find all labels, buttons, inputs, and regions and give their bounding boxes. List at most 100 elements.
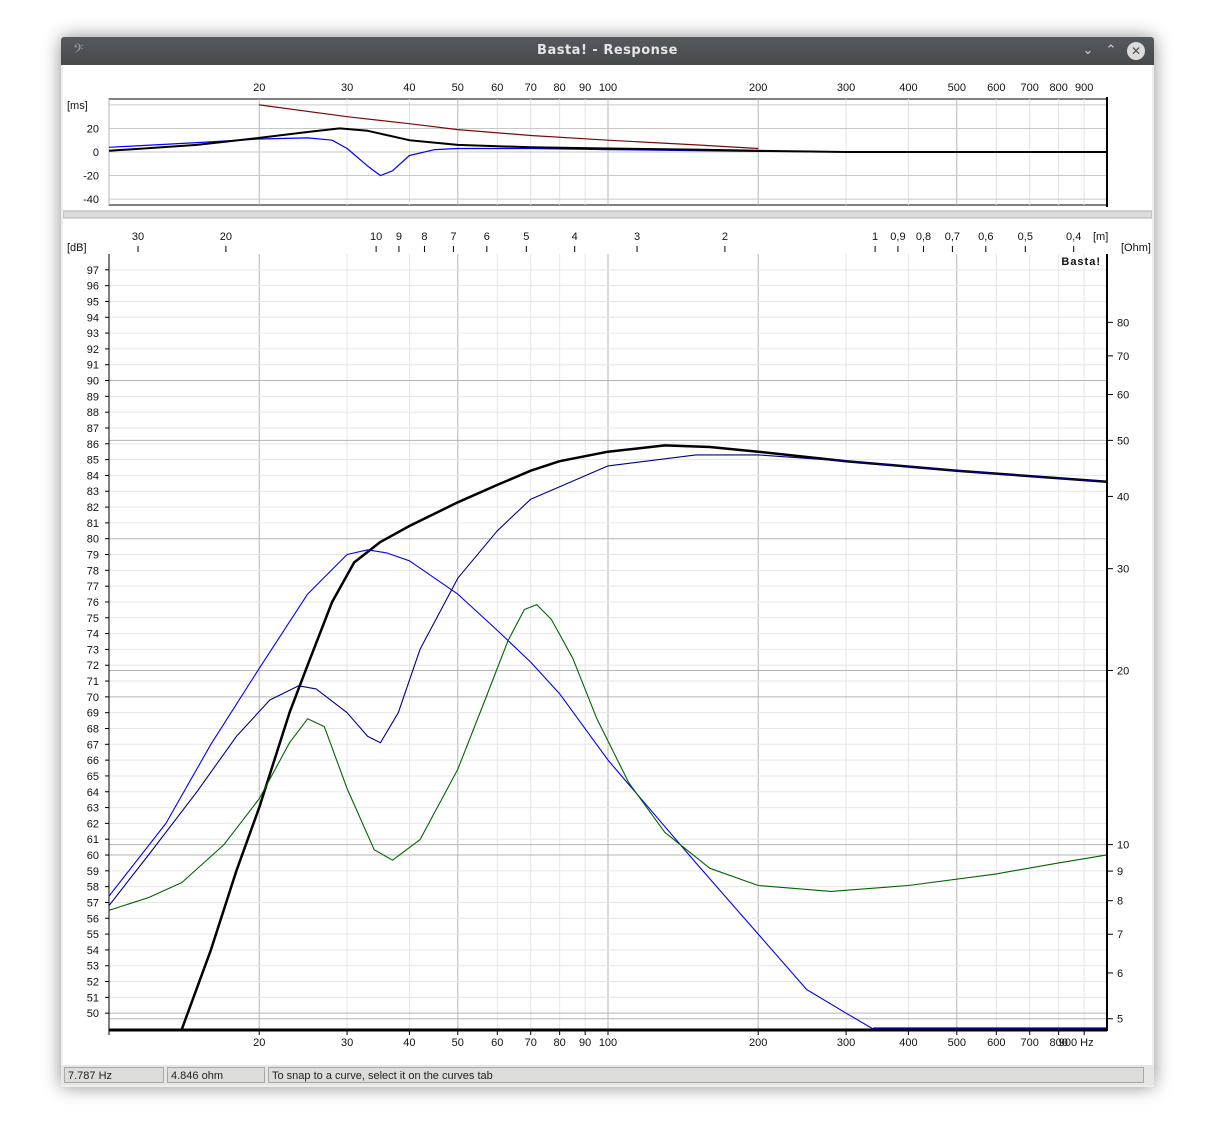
- main-y2label: [Ohm]: [1121, 242, 1151, 254]
- freq-tick-label: 700: [1021, 1037, 1039, 1049]
- db-tick-label: 92: [87, 344, 99, 356]
- wavelength-tick-label: 20: [220, 231, 232, 243]
- db-tick-label: 94: [87, 312, 99, 324]
- db-tick-label: 74: [87, 629, 99, 641]
- wavelength-tick-label: 0,4: [1066, 231, 1081, 243]
- wavelength-tick-label: 6: [484, 231, 490, 243]
- top-x-tick-label: 80: [554, 82, 566, 94]
- ohm-tick-label: 50: [1117, 435, 1129, 447]
- db-tick-label: 71: [87, 676, 99, 688]
- freq-tick-label: 50: [452, 1037, 464, 1049]
- db-tick-label: 97: [87, 265, 99, 277]
- wavelength-tick-label: 0,5: [1018, 231, 1033, 243]
- wavelength-tick-label: 3: [634, 231, 640, 243]
- db-tick-label: 85: [87, 455, 99, 467]
- top-x-tick-label: 90: [579, 82, 591, 94]
- db-tick-label: 69: [87, 708, 99, 720]
- wavelength-tick-label: 30: [132, 231, 144, 243]
- watermark: Basta!: [1061, 256, 1101, 268]
- db-tick-label: 79: [87, 550, 99, 562]
- db-tick-label: 96: [87, 281, 99, 293]
- ohm-tick-label: 40: [1117, 491, 1129, 503]
- wavelength-tick-label: 2: [722, 231, 728, 243]
- ohm-tick-label: 7: [1117, 929, 1123, 941]
- db-tick-label: 59: [87, 866, 99, 878]
- db-tick-label: 55: [87, 929, 99, 941]
- db-tick-label: 56: [87, 913, 99, 925]
- freq-tick-label: 40: [403, 1037, 415, 1049]
- wavelength-tick-label: 4: [572, 231, 578, 243]
- db-tick-label: 93: [87, 328, 99, 340]
- top-y-tick-label: 0: [93, 147, 99, 159]
- db-tick-label: 67: [87, 739, 99, 751]
- db-tick-label: 51: [87, 992, 99, 1004]
- freq-tick-label: 100: [599, 1037, 617, 1049]
- status-hint: To snap to a curve, select it on the cur…: [268, 1067, 1144, 1083]
- db-tick-label: 89: [87, 391, 99, 403]
- db-tick-label: 76: [87, 597, 99, 609]
- splitter-bar: [62, 210, 1153, 219]
- ohm-tick-label: 30: [1117, 564, 1129, 576]
- ohm-tick-label: 60: [1117, 390, 1129, 402]
- db-tick-label: 57: [87, 897, 99, 909]
- db-tick-label: 70: [87, 692, 99, 704]
- db-tick-label: 81: [87, 518, 99, 530]
- freq-tick-label: 60: [491, 1037, 503, 1049]
- title-bar[interactable]: 𝄢 Basta! - Response ⌄ ⌃ ✕: [61, 37, 1154, 65]
- wavelength-tick-label: 0,6: [978, 231, 993, 243]
- db-tick-label: 54: [87, 945, 99, 957]
- wavelength-tick-label: 0,7: [945, 231, 960, 243]
- top-x-tick-label: 40: [403, 82, 415, 94]
- db-tick-label: 60: [87, 850, 99, 862]
- freq-tick-label: 600: [987, 1037, 1005, 1049]
- ohm-tick-label: 70: [1117, 351, 1129, 363]
- db-tick-label: 64: [87, 787, 99, 799]
- top-y-tick-label: -20: [83, 171, 99, 183]
- top-x-tick-label: 800: [1049, 82, 1067, 94]
- db-tick-label: 84: [87, 470, 99, 482]
- response-chart[interactable]: [ms]200-20-4020 30 40 50 60 70 80 90 100 200 300 40…: [62, 65, 1153, 1065]
- freq-tick-label: 20: [253, 1037, 265, 1049]
- freq-tick-label: 900 Hz: [1059, 1037, 1094, 1049]
- top-x-tick-label: 500: [948, 82, 966, 94]
- ohm-tick-label: 6: [1117, 968, 1123, 980]
- ohm-tick-label: 9: [1117, 866, 1123, 878]
- db-tick-label: 75: [87, 613, 99, 625]
- status-frequency: 7.787 Hz: [64, 1067, 164, 1083]
- wavelength-tick-label: 0,9: [890, 231, 905, 243]
- db-tick-label: 52: [87, 977, 99, 989]
- chevron-up-icon[interactable]: ⌃: [1101, 41, 1121, 61]
- freq-tick-label: 300: [837, 1037, 855, 1049]
- db-tick-label: 65: [87, 771, 99, 783]
- db-tick-label: 53: [87, 961, 99, 973]
- ohm-tick-label: 8: [1117, 896, 1123, 908]
- wavelength-tick-label: 5: [523, 231, 529, 243]
- response-window: 𝄢 Basta! - Response ⌄ ⌃ ✕ [ms] 20 0 -20 -40 2…: [61, 37, 1154, 1087]
- spl-grid: [108, 254, 1108, 1029]
- chevron-down-icon[interactable]: ⌄: [1078, 41, 1098, 61]
- top-y-tick-label: 20: [87, 123, 99, 135]
- top-x-tick-label: 60: [491, 82, 503, 94]
- top-y-tick-label: -40: [83, 194, 99, 206]
- freq-tick-label: 70: [525, 1037, 537, 1049]
- db-tick-label: 61: [87, 834, 99, 846]
- db-tick-label: 91: [87, 360, 99, 372]
- freq-tick-label: 400: [899, 1037, 917, 1049]
- freq-tick-label: 80: [554, 1037, 566, 1049]
- ohm-tick-label: 10: [1117, 840, 1129, 852]
- db-tick-label: 50: [87, 1008, 99, 1020]
- top-x-tick-label: 600: [987, 82, 1005, 94]
- status-bar: 7.787 Hz 4.846 ohm To snap to a curve, s…: [61, 1065, 1154, 1085]
- wavelength-unit: [m]: [1093, 231, 1108, 243]
- wavelength-tick-label: 10: [370, 231, 382, 243]
- ohm-tick-label: 5: [1117, 1014, 1123, 1026]
- top-x-tick-label: 70: [525, 82, 537, 94]
- db-tick-label: 63: [87, 803, 99, 815]
- db-tick-label: 90: [87, 376, 99, 388]
- db-tick-label: 83: [87, 486, 99, 498]
- close-icon[interactable]: ✕: [1127, 42, 1145, 60]
- top-x-tick-label: 700: [1021, 82, 1039, 94]
- chart-area: [ms] 20 0 -20 -40 20 30 40 50 60 70 80 90 100 200 300 40…: [62, 65, 1153, 1065]
- main-ylabel: [dB]: [67, 242, 87, 254]
- db-tick-label: 86: [87, 439, 99, 451]
